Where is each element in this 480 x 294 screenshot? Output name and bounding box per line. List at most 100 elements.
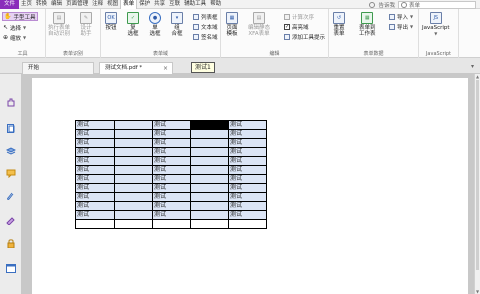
form-field[interactable]: 测试 [76,193,114,201]
form-field[interactable] [191,130,228,138]
form-field[interactable]: 测试 [153,139,190,147]
scrollbar-thumb[interactable] [476,80,479,270]
list-box-button[interactable]: 列表框 [193,12,218,21]
form-field[interactable] [191,184,228,192]
form-field[interactable]: 测试 [76,202,114,210]
form-field[interactable] [115,130,152,138]
run-form-recognition-button[interactable]: ▤ 执行表单 自动识别 [48,12,70,37]
menu-item[interactable]: 视图 [105,0,120,9]
layers-icon[interactable] [5,146,17,155]
menu-item[interactable]: 辅助工具 [182,0,208,9]
form-field[interactable]: 测试 [229,130,266,138]
form-field[interactable]: 测试 [229,211,266,219]
form-field[interactable]: 测试 [76,166,114,174]
export-form-to-sheet-button[interactable]: ▦ 表单到 工作表 [359,12,376,37]
menu-item[interactable]: 表单 [120,0,138,9]
form-field[interactable]: 测试 [229,193,266,201]
form-field[interactable] [115,157,152,165]
signature-icon[interactable] [6,216,16,226]
menu-file[interactable]: 文件 [0,0,20,9]
attachment-icon[interactable] [6,192,16,201]
form-field[interactable]: 测试 [153,148,190,156]
menu-item[interactable]: 注释 [90,0,105,9]
menu-item[interactable]: 转换 [34,0,49,9]
form-field[interactable] [115,211,152,219]
form-field[interactable]: 测试 [153,166,190,174]
hand-icon[interactable] [6,98,16,107]
form-field[interactable] [191,166,228,174]
form-field[interactable] [115,184,152,192]
form-field[interactable]: 测试 [229,139,266,147]
menu-item[interactable]: 互联 [167,0,182,9]
menu-item[interactable]: 保护 [137,0,152,9]
form-field[interactable]: 测试 [153,121,190,129]
search-input[interactable]: 表单 [398,0,476,9]
javascript-button[interactable]: JS JavaScript ▼ [422,12,450,37]
selected-form-field[interactable] [191,121,228,129]
form-field[interactable]: 测试 [76,121,114,129]
form-field[interactable] [191,202,228,210]
menu-item[interactable]: 共享 [152,0,167,9]
form-field[interactable]: 测试 [229,175,266,183]
form-field[interactable]: 测试 [229,184,266,192]
menu-item[interactable]: 编辑 [49,0,64,9]
form-field[interactable]: 测试 [229,202,266,210]
pages-icon[interactable] [6,124,16,133]
form-field[interactable] [191,148,228,156]
calc-order-button[interactable]: 计算次序 [284,12,314,21]
form-field[interactable] [191,157,228,165]
highlight-fields-checkbox[interactable]: ✓ 高亮域 [284,22,309,31]
form-field[interactable] [115,193,152,201]
form-field[interactable]: 测试 [153,130,190,138]
form-field[interactable] [115,202,152,210]
export-button[interactable]: 导出 ▼ [389,22,413,31]
checkbox-field-button[interactable]: ✓ 复 选框 [127,12,139,37]
form-field[interactable]: 测试 [153,157,190,165]
form-field[interactable] [191,193,228,201]
comment-icon[interactable] [6,169,16,179]
form-field[interactable]: 测试 [76,157,114,165]
form-field[interactable] [191,175,228,183]
form-field[interactable]: 测试 [153,211,190,219]
tab-document[interactable]: 测试文档.pdf * × [99,62,173,74]
scroll-up-icon[interactable]: ▲ [475,74,480,79]
reset-form-button[interactable]: ↺ 重置 表单 [333,12,345,37]
form-field[interactable]: 测试 [76,130,114,138]
menu-item[interactable]: 帮助 [208,0,223,9]
form-field[interactable] [115,139,152,147]
form-field[interactable]: 测试 [76,184,114,192]
page-template-button[interactable]: ▦ 页面 模板 [226,12,238,37]
form-field[interactable]: 测试 [229,121,266,129]
form-field[interactable] [115,166,152,174]
document-canvas[interactable]: 测试 测试 测试 测试 测试 测试 测试 测试 测试 测试 测试 测试 测试 测试 测试 测试 测试 测试 测试 测试… [22,74,474,294]
add-tooltip-button[interactable]: 添加工具提示 [284,32,325,41]
form-field[interactable]: 测试 [76,148,114,156]
import-button[interactable]: 导入 ▼ [389,12,413,21]
panel-toggle-icon[interactable] [6,264,16,273]
form-field[interactable]: 测试 [153,202,190,210]
form-field[interactable] [115,148,152,156]
signature-field-button[interactable]: 签名域 [193,32,218,41]
form-field[interactable] [191,211,228,219]
edit-static-xfa-button[interactable]: ▤ 编辑静态 XFA表单 [248,12,270,37]
close-icon[interactable]: × [163,63,168,74]
vertical-scrollbar[interactable]: ▲ ▼ [474,74,480,294]
tell-me-label[interactable]: 告诉我 [378,1,395,9]
text-field-button[interactable]: 文本域 [193,22,218,31]
chevron-down-icon[interactable]: ▾ [471,63,474,70]
hand-tool-button[interactable]: ✋ 手型工具 [2,12,38,21]
form-field[interactable]: 测试 [229,148,266,156]
pdf-page[interactable]: 测试 测试 测试 测试 测试 测试 测试 测试 测试 测试 测试 测试 测试 测试 测试 测试 测试 测试 测试 测试… [32,78,468,294]
form-field[interactable]: 测试 [229,157,266,165]
form-field[interactable]: 测试 [76,175,114,183]
design-assistant-button[interactable]: ✎ 设计 助手 [80,12,92,37]
button-field-button[interactable]: OK 按钮 [105,12,117,31]
form-field[interactable]: 测试 [229,166,266,174]
tab-start[interactable]: 开始 [22,62,94,74]
form-field[interactable]: 测试 [153,184,190,192]
lock-icon[interactable] [6,239,16,249]
form-field[interactable]: 测试 [76,211,114,219]
radio-field-button[interactable]: ● 单 选框 [149,12,161,37]
menu-item[interactable]: 页面管理 [64,0,90,9]
form-field[interactable] [115,175,152,183]
